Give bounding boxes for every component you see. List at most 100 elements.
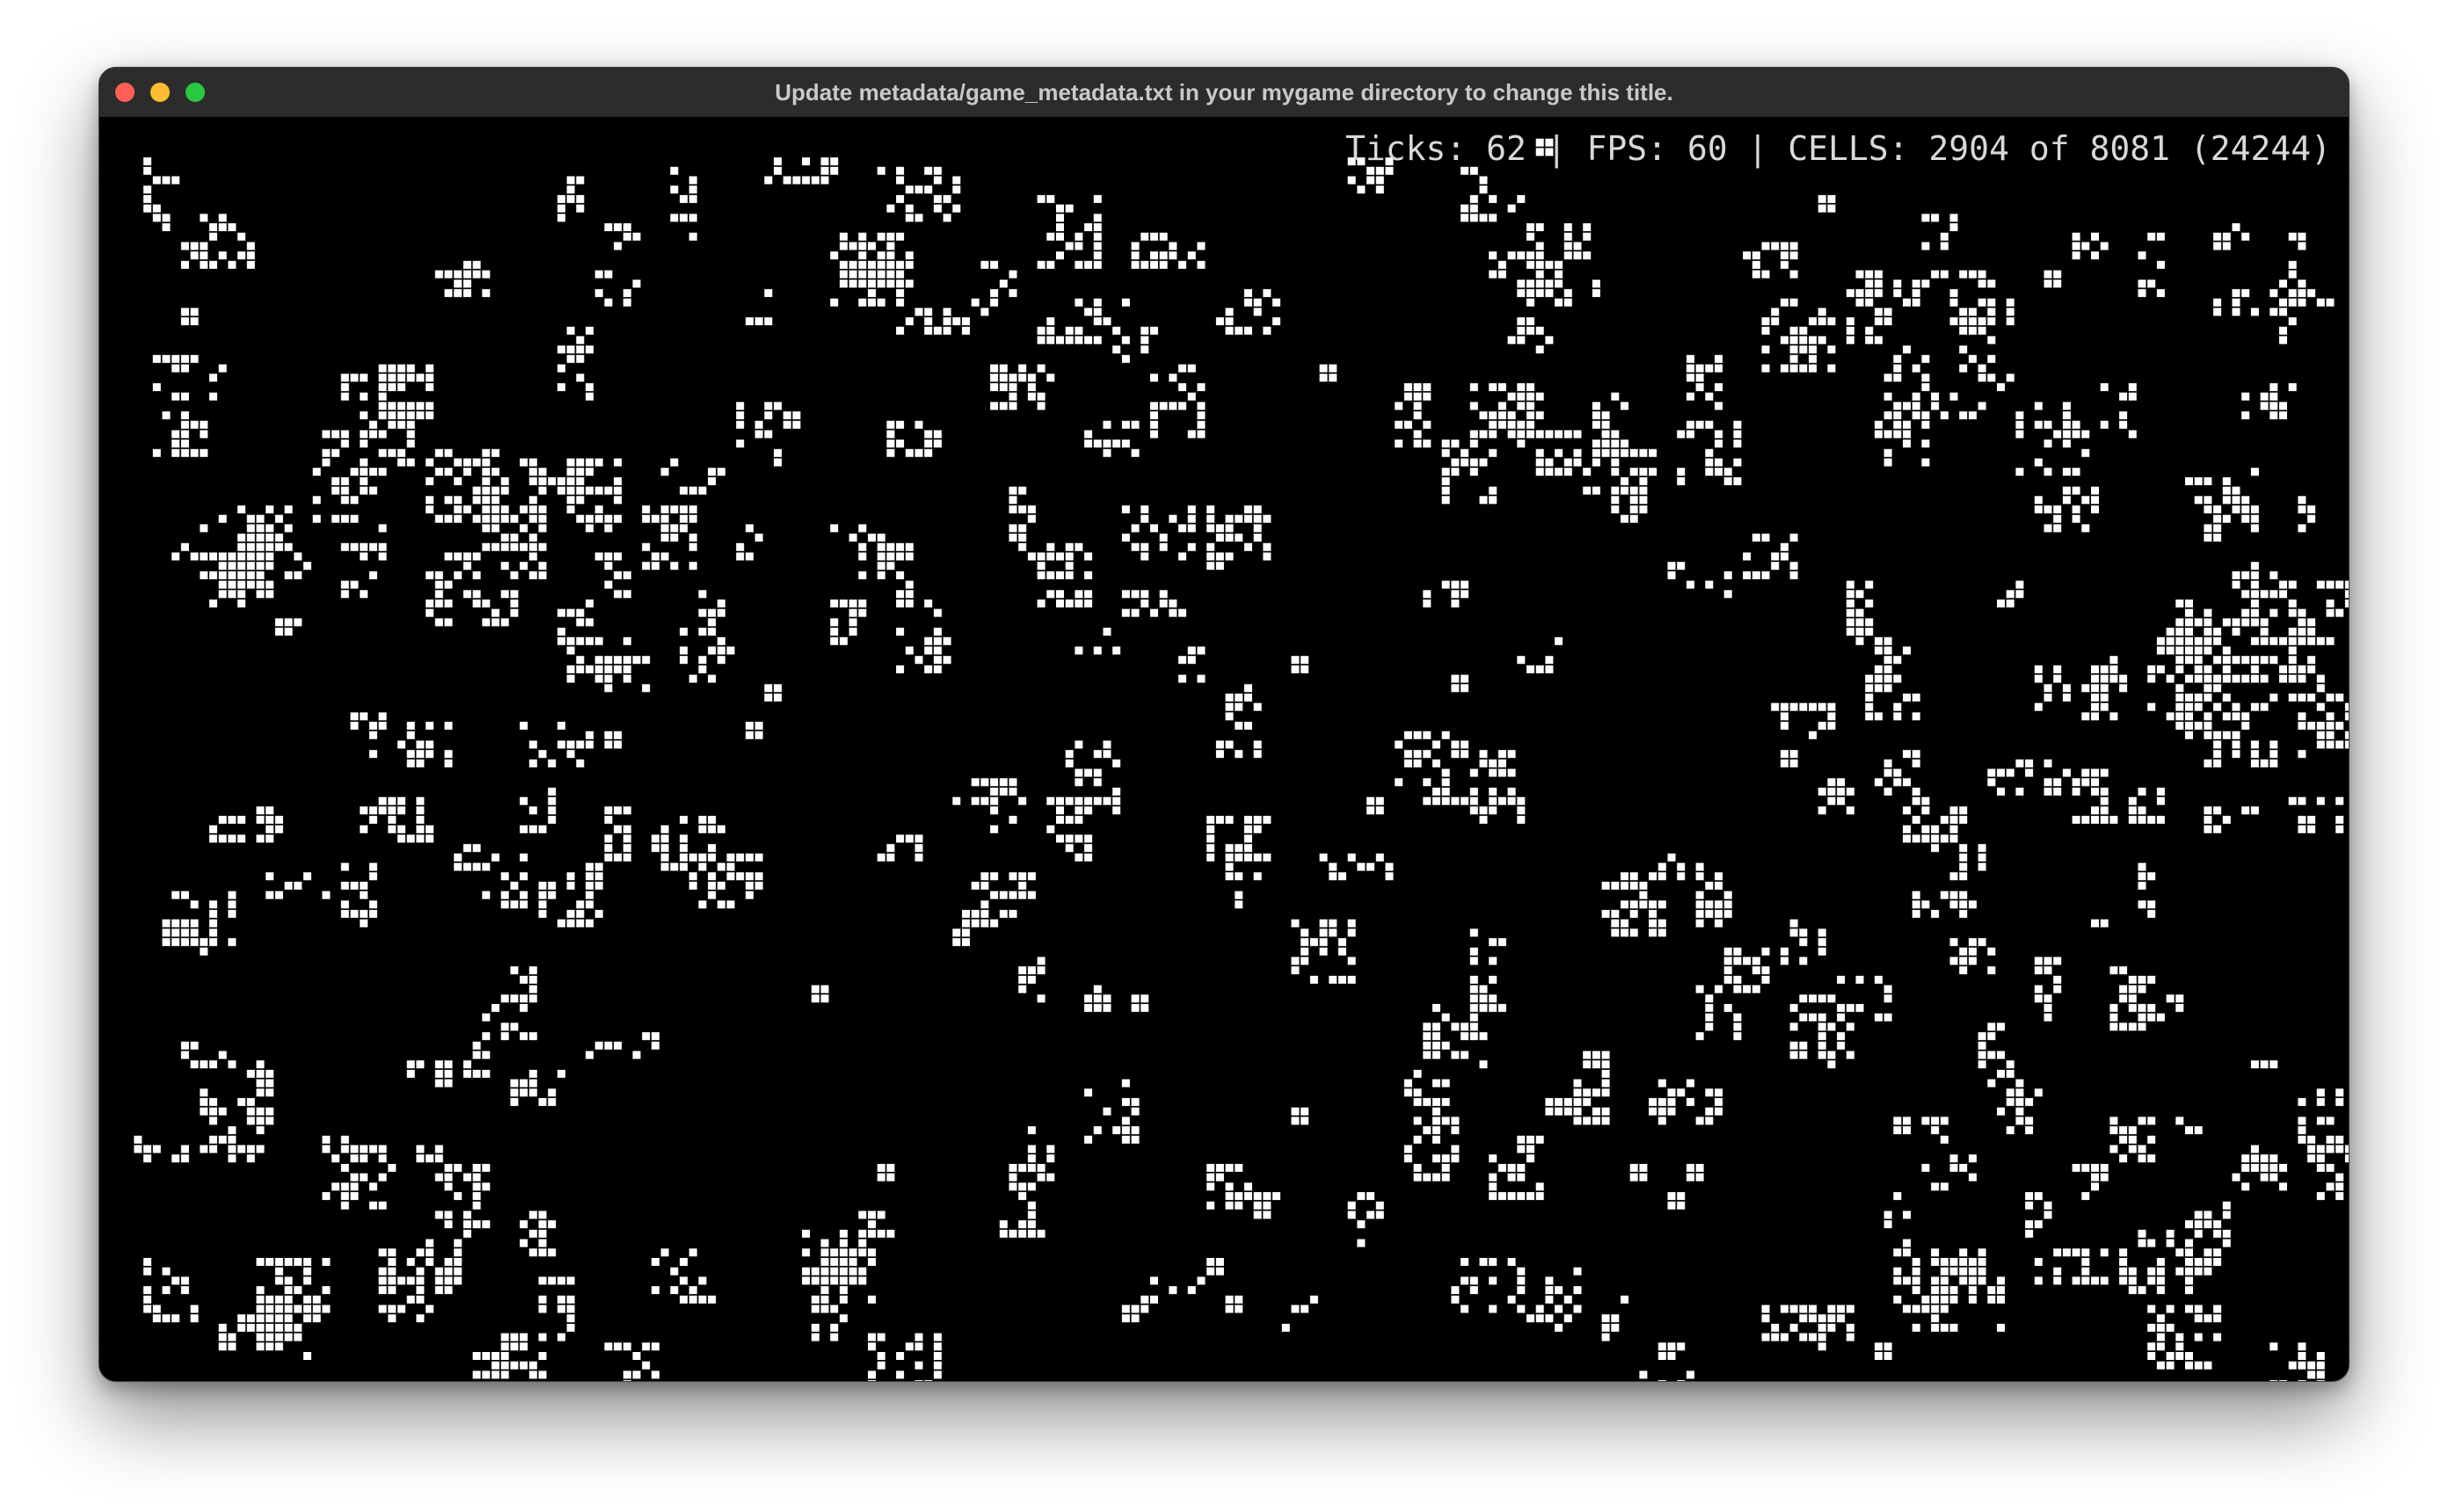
live-cell	[1968, 270, 1977, 279]
live-cell	[1037, 1229, 1046, 1238]
live-cell	[1140, 345, 1149, 354]
live-cell	[1451, 1116, 1460, 1125]
live-cell	[200, 524, 208, 533]
live-cell	[2147, 674, 2156, 683]
live-cell	[1686, 1370, 1694, 1379]
live-cell	[1441, 796, 1450, 805]
live-cell	[868, 1333, 876, 1341]
live-cell	[1715, 919, 1723, 927]
live-cell	[2044, 468, 2052, 476]
live-cell	[1084, 1004, 1093, 1013]
live-cell	[1789, 298, 1798, 307]
live-cell	[2232, 702, 2240, 711]
live-cell	[2091, 702, 2099, 711]
live-cell	[623, 232, 631, 241]
live-cell	[1715, 1098, 1723, 1107]
live-cell	[849, 618, 857, 627]
live-cell	[886, 204, 895, 213]
live-cell	[2166, 674, 2175, 683]
live-cell	[274, 628, 283, 636]
live-cell	[1225, 872, 1234, 881]
live-cell	[1677, 562, 1686, 571]
live-cell	[914, 834, 923, 843]
live-cell	[162, 1314, 171, 1323]
live-cell	[2213, 524, 2222, 533]
live-cell	[1629, 882, 1638, 890]
live-cell	[1601, 420, 1610, 429]
live-cell	[1903, 1210, 1911, 1219]
live-cell	[1065, 844, 1074, 853]
live-cell	[2081, 1192, 2090, 1201]
live-cell	[1065, 600, 1074, 607]
live-cell	[2222, 1201, 2231, 1210]
live-cell	[340, 392, 349, 401]
live-cell	[886, 1229, 895, 1238]
live-cell	[1827, 702, 1836, 711]
live-cell	[1959, 966, 1968, 975]
live-cell	[1555, 270, 1563, 279]
live-cell	[492, 1352, 499, 1360]
live-cell	[1940, 1267, 1949, 1276]
live-cell	[1949, 1323, 1958, 1332]
live-cell	[284, 524, 293, 533]
live-cell	[1789, 562, 1798, 571]
live-cell	[604, 674, 613, 683]
live-cell	[274, 1314, 283, 1323]
live-cell	[2279, 298, 2287, 307]
live-cell	[1903, 750, 1911, 759]
live-cell	[642, 562, 651, 571]
live-cell	[1423, 600, 1432, 607]
live-cell	[1667, 1342, 1676, 1351]
live-cell	[228, 1060, 237, 1069]
live-cell	[1611, 468, 1620, 476]
live-cell	[1121, 534, 1130, 542]
live-cell	[180, 1276, 189, 1285]
live-cell	[378, 448, 387, 457]
live-cell	[1263, 552, 1271, 561]
live-cell	[416, 402, 425, 411]
live-cell	[604, 486, 613, 495]
live-cell	[990, 806, 999, 815]
live-cell	[1809, 994, 1817, 1003]
live-cell	[1545, 260, 1554, 269]
live-cell	[2241, 722, 2250, 731]
live-cell	[1949, 938, 1958, 947]
live-cell	[1526, 402, 1534, 411]
game-canvas[interactable]: Ticks: 62 | FPS: 60 | CELLS: 2904 of 808…	[99, 117, 2349, 1381]
live-cell	[2335, 694, 2344, 701]
live-cell	[811, 1267, 820, 1276]
live-cell	[1959, 1276, 1968, 1285]
title-bar[interactable]: Update metadata/game_metadata.txt in you…	[99, 68, 2349, 118]
live-cell	[1846, 618, 1854, 627]
live-cell	[2072, 505, 2080, 513]
live-cell	[952, 938, 961, 947]
live-cell	[416, 411, 425, 419]
live-cell	[1197, 242, 1206, 251]
live-cell	[190, 1314, 199, 1323]
live-cell	[1526, 1192, 1534, 1201]
live-cell	[990, 890, 999, 899]
live-cell	[1009, 788, 1017, 796]
live-cell	[566, 458, 575, 467]
live-cell	[1818, 1050, 1826, 1059]
live-cell	[680, 486, 688, 495]
live-cell	[586, 665, 594, 673]
live-cell	[1517, 806, 1526, 815]
live-cell	[444, 1060, 453, 1069]
live-cell	[1375, 1201, 1384, 1210]
live-cell	[1818, 1342, 1826, 1351]
live-cell	[2175, 722, 2184, 731]
live-cell	[1865, 694, 1874, 701]
live-cell	[2175, 1342, 2184, 1351]
live-cell	[1441, 788, 1450, 796]
live-cell	[2270, 694, 2278, 701]
live-cell	[2185, 608, 2193, 617]
live-cell	[1056, 204, 1064, 213]
live-cell	[1206, 552, 1215, 561]
live-cell	[1244, 542, 1252, 551]
live-cell	[2288, 608, 2297, 617]
live-cell	[1253, 534, 1262, 542]
live-cell	[1319, 928, 1328, 937]
live-cell	[933, 646, 942, 655]
live-cell	[1140, 542, 1149, 551]
